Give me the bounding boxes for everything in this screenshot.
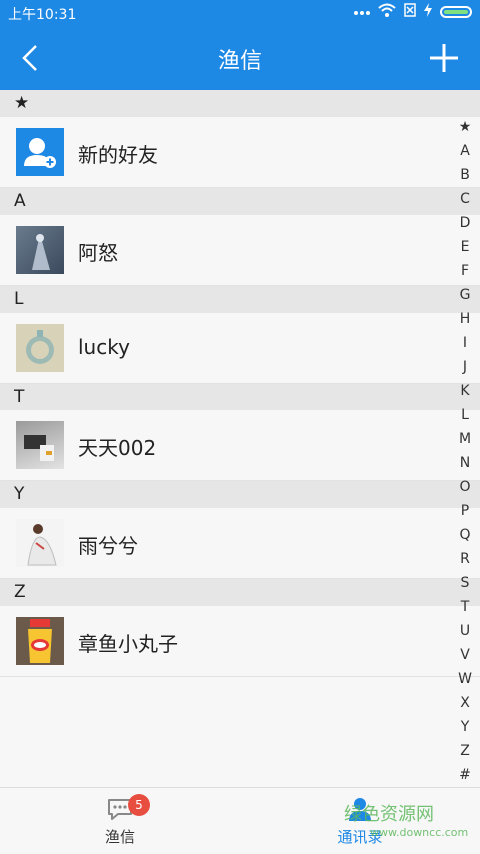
index-letter[interactable]: X bbox=[450, 691, 480, 715]
index-letter[interactable]: R bbox=[450, 547, 480, 571]
contact-name: 章鱼小丸子 bbox=[78, 632, 178, 656]
watermark: 绿色资源网 bbox=[344, 804, 434, 825]
tab-chats[interactable]: 5 渔信 bbox=[60, 788, 180, 854]
contact-row[interactable]: 雨兮兮 bbox=[0, 508, 480, 579]
contact-row[interactable]: 章鱼小丸子 bbox=[0, 606, 480, 677]
contact-row-new-friend[interactable]: 新的好友 bbox=[0, 117, 480, 188]
charging-icon bbox=[424, 3, 432, 21]
index-letter[interactable]: Y bbox=[450, 715, 480, 739]
index-letter[interactable]: H bbox=[450, 307, 480, 331]
add-button[interactable] bbox=[422, 36, 466, 80]
index-letter[interactable]: # bbox=[450, 763, 480, 787]
status-icons bbox=[354, 3, 472, 21]
app-bar: 渔信 bbox=[0, 26, 480, 90]
contact-name: 天天002 bbox=[78, 436, 157, 460]
contact-name: 雨兮兮 bbox=[78, 534, 138, 558]
plus-icon bbox=[430, 44, 458, 72]
section-header-t: T bbox=[0, 384, 480, 411]
index-letter[interactable]: L bbox=[450, 403, 480, 427]
tab-label: 渔信 bbox=[104, 828, 135, 846]
alphabet-index[interactable]: ★ A B C D E F G H I J K L M N O P Q R S T U V W X Y Z # bbox=[450, 115, 480, 787]
index-letter[interactable]: N bbox=[450, 451, 480, 475]
page-title: 渔信 bbox=[217, 49, 262, 74]
contact-name: lucky bbox=[78, 335, 130, 359]
wifi-icon bbox=[378, 3, 396, 21]
contact-row[interactable]: lucky bbox=[0, 313, 480, 384]
index-letter[interactable]: O bbox=[450, 475, 480, 499]
unread-badge: 5 bbox=[128, 794, 150, 816]
index-letter[interactable]: J bbox=[450, 355, 480, 379]
watermark-url: www.downcc.com bbox=[370, 826, 469, 839]
contact-name: 阿怒 bbox=[78, 241, 118, 265]
status-bar: 上午10:31 bbox=[0, 0, 480, 26]
index-letter[interactable]: D bbox=[450, 211, 480, 235]
index-letter[interactable]: U bbox=[450, 619, 480, 643]
index-letter[interactable]: V bbox=[450, 643, 480, 667]
avatar bbox=[16, 324, 64, 372]
more-dots-icon bbox=[354, 4, 370, 20]
index-letter[interactable]: B bbox=[450, 163, 480, 187]
section-header-a: A bbox=[0, 188, 480, 215]
contact-row[interactable]: 天天002 bbox=[0, 410, 480, 481]
no-sim-icon bbox=[404, 3, 416, 21]
avatar bbox=[16, 226, 64, 274]
contact-name: 新的好友 bbox=[78, 143, 158, 167]
avatar bbox=[16, 421, 64, 469]
index-letter[interactable]: I bbox=[450, 331, 480, 355]
index-letter[interactable]: C bbox=[450, 187, 480, 211]
avatar bbox=[16, 519, 64, 567]
index-letter[interactable]: P bbox=[450, 499, 480, 523]
index-letter[interactable]: ★ bbox=[450, 115, 480, 139]
section-header-y: Y bbox=[0, 481, 480, 508]
index-letter[interactable]: G bbox=[450, 283, 480, 307]
index-letter[interactable]: S bbox=[450, 571, 480, 595]
new-friend-icon bbox=[16, 128, 64, 176]
index-letter[interactable]: F bbox=[450, 259, 480, 283]
index-letter[interactable]: E bbox=[450, 235, 480, 259]
index-letter[interactable]: M bbox=[450, 427, 480, 451]
section-header-l: L bbox=[0, 286, 480, 313]
index-letter[interactable]: Z bbox=[450, 739, 480, 763]
section-header-star: ★ bbox=[0, 90, 480, 117]
index-letter[interactable]: T bbox=[450, 595, 480, 619]
status-time: 上午10:31 bbox=[8, 7, 77, 23]
index-letter[interactable]: W bbox=[450, 667, 480, 691]
index-letter[interactable]: Q bbox=[450, 523, 480, 547]
contact-list[interactable]: ★ 新的好友 A 阿怒 L lucky T 天天002 Y 雨兮兮 Z 章鱼小丸… bbox=[0, 90, 480, 787]
contact-row[interactable]: 阿怒 bbox=[0, 215, 480, 286]
index-letter[interactable]: K bbox=[450, 379, 480, 403]
battery-icon bbox=[440, 6, 472, 18]
index-letter[interactable]: A bbox=[450, 139, 480, 163]
section-header-z: Z bbox=[0, 579, 480, 606]
avatar bbox=[16, 617, 64, 665]
